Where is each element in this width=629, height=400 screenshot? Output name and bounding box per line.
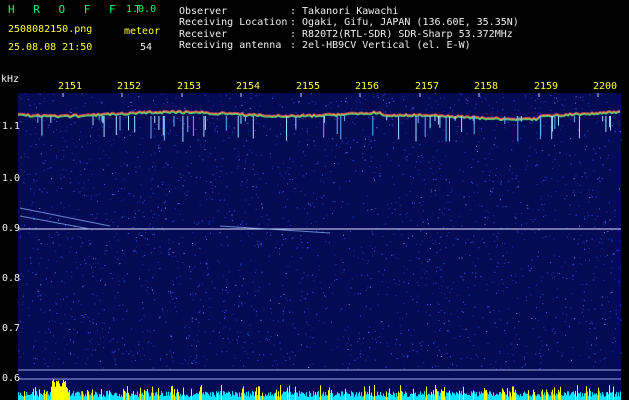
x-tick-label: 2159 — [534, 81, 559, 92]
y-tick-label: 1.0 — [2, 173, 21, 184]
spectrogram-plot — [17, 93, 622, 400]
y-tick-label: 0.9 — [2, 223, 21, 234]
y-tick-label: 1.1 — [2, 121, 21, 132]
y-axis-unit: kHz — [1, 74, 20, 85]
y-tick-label: 0.7 — [2, 323, 21, 334]
spectrogram-background — [18, 93, 621, 400]
y-tick-label: 0.6 — [2, 373, 21, 384]
x-tick-label: 2156 — [355, 81, 380, 92]
x-tick-label: 2158 — [474, 81, 499, 92]
x-tick-label: 2151 — [58, 81, 83, 92]
x-tick-label: 2157 — [415, 81, 440, 92]
y-tick-label: 0.8 — [2, 273, 21, 284]
x-tick-label: 2154 — [236, 81, 261, 92]
x-tick-label: 2152 — [117, 81, 142, 92]
x-tick-label: 2200 — [593, 81, 618, 92]
x-tick-label: 2155 — [296, 81, 321, 92]
x-tick-label: 2153 — [177, 81, 202, 92]
